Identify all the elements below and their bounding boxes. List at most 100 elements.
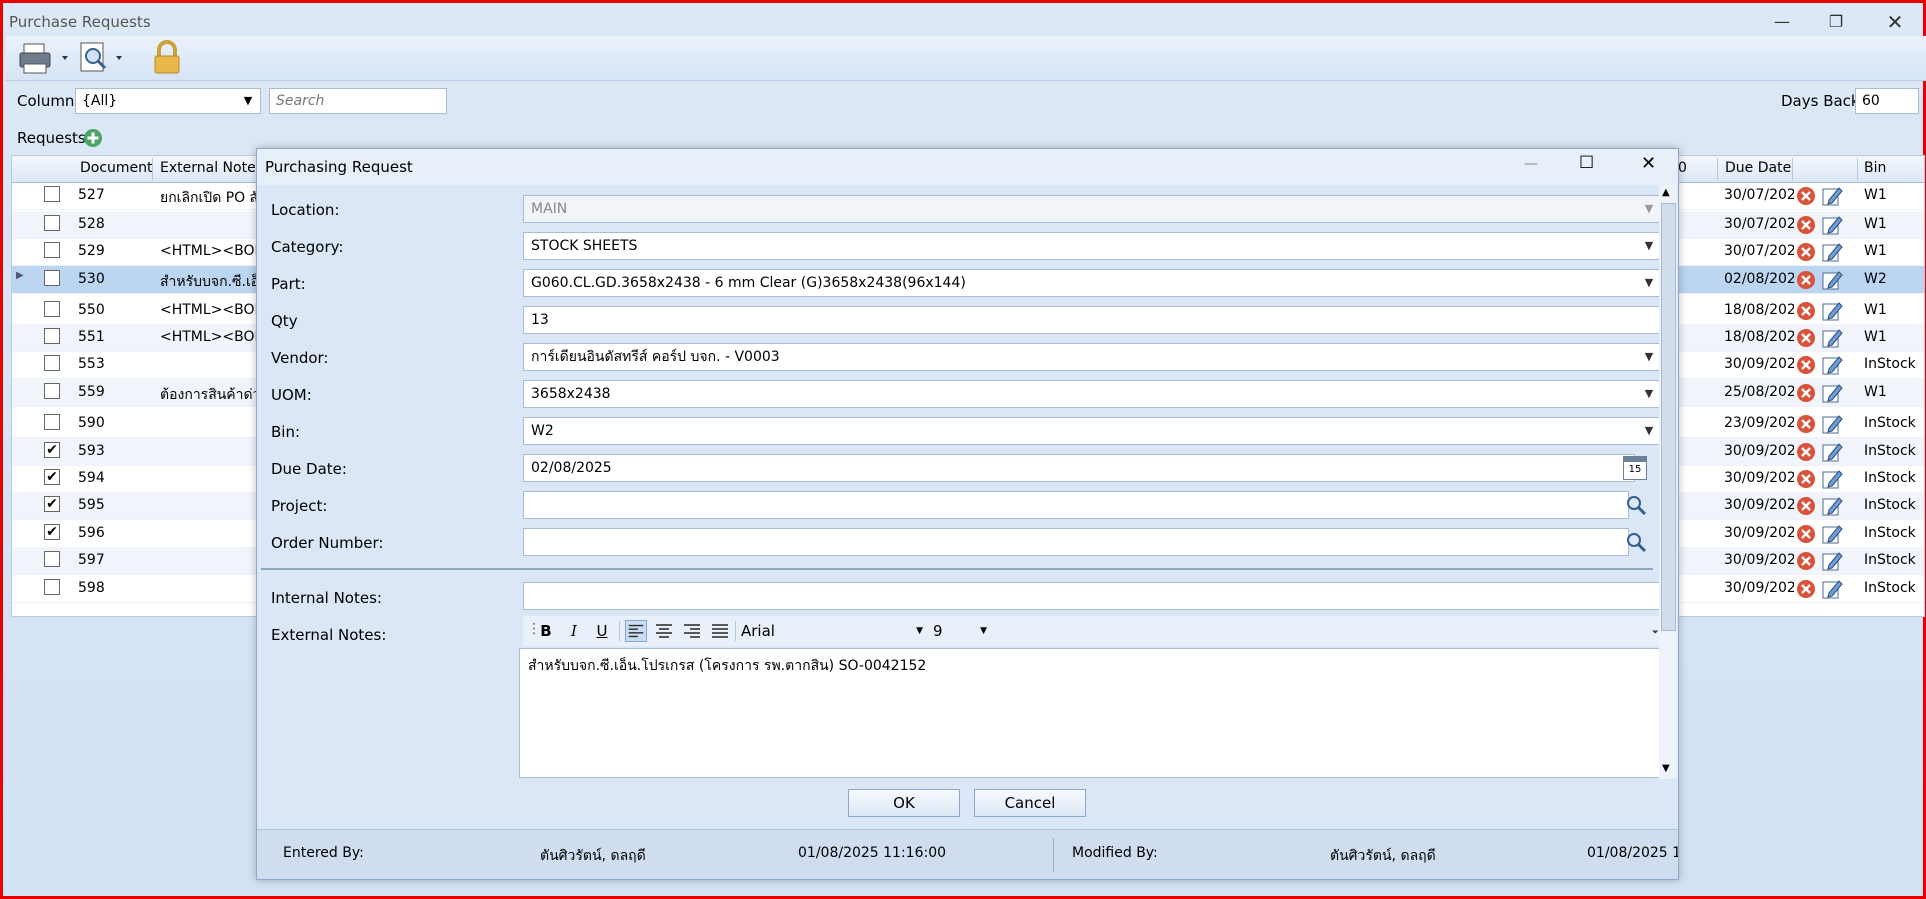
calendar-icon[interactable]: 15 [1623,456,1647,480]
category-select[interactable]: STOCK SHEETS ▼ [523,232,1663,260]
scrollbar-thumb[interactable] [1661,203,1676,631]
internal-notes-input[interactable] [523,582,1663,610]
dialog-scrollbar[interactable]: ▲ ▼ [1659,185,1677,779]
delete-icon[interactable] [1796,301,1816,321]
ok-button[interactable]: OK [848,789,960,817]
delete-icon[interactable] [1796,442,1816,462]
edit-icon[interactable] [1821,214,1843,236]
edit-icon[interactable] [1821,523,1843,545]
delete-icon[interactable] [1796,551,1816,571]
delete-icon[interactable] [1796,270,1816,290]
search-icon[interactable] [1625,494,1647,516]
cancel-button[interactable]: Cancel [974,789,1086,817]
edit-icon[interactable] [1821,441,1843,463]
dialog-maximize-button[interactable]: ☐ [1579,153,1594,173]
part-select[interactable]: G060.CL.GD.3658x2438 - 6 mm Clear (G)365… [523,269,1663,297]
font-size-select[interactable]: 9 ▼ [933,620,991,642]
row-checkbox[interactable] [44,383,60,399]
edit-icon[interactable] [1821,468,1843,490]
external-notes-editor[interactable]: สำหรับบจก.ซี.เอ็น.โปรเกรส (โครงการ รพ.ตา… [519,648,1663,778]
cell-due-date: 30/09/2025 [1724,525,1794,541]
search-input[interactable]: Search [269,88,447,114]
lock-icon[interactable] [150,40,184,76]
edit-icon[interactable] [1821,185,1843,207]
toolbar-overflow-icon[interactable]: ⏷ [1652,628,1659,638]
delete-icon[interactable] [1796,328,1816,348]
due-date-input[interactable]: 02/08/2025 [523,454,1635,482]
restore-button[interactable]: ❐ [1816,10,1856,34]
vendor-select[interactable]: การ์เดียนอินดัสทรีส์ คอร์ป บจก. - V0003 … [523,343,1663,371]
row-checkbox[interactable] [44,215,60,231]
edit-icon[interactable] [1821,269,1843,291]
font-family-select[interactable]: Arial ▼ [741,620,927,642]
print-icon[interactable] [18,40,76,76]
edit-icon[interactable] [1821,300,1843,322]
cell-external-notes: <HTML><BODY [160,302,256,318]
align-right-icon[interactable] [681,620,703,642]
dialog-minimize-button[interactable]: — [1524,156,1538,172]
row-checkbox[interactable]: ✔ [44,496,60,512]
qty-input[interactable]: 13 [523,306,1663,334]
align-justify-icon[interactable] [709,620,731,642]
uom-select[interactable]: 3658x2438 ▼ [523,380,1663,408]
edit-icon[interactable] [1821,550,1843,572]
edit-icon[interactable] [1821,495,1843,517]
align-center-icon[interactable] [653,620,675,642]
row-checkbox[interactable] [44,186,60,202]
delete-icon[interactable] [1796,579,1816,599]
edit-icon[interactable] [1821,382,1843,404]
italic-icon[interactable]: I [563,620,585,642]
location-select[interactable]: MAIN ▼ [523,195,1663,223]
bold-icon[interactable]: B [535,620,557,642]
delete-icon[interactable] [1796,186,1816,206]
edit-icon[interactable] [1821,413,1843,435]
col-document[interactable]: Document [80,160,153,176]
row-checkbox[interactable] [44,328,60,344]
add-request-icon[interactable] [83,128,103,148]
edit-icon[interactable] [1821,578,1843,600]
edit-icon[interactable] [1821,241,1843,263]
search-icon[interactable] [1625,531,1647,553]
delete-icon[interactable] [1796,524,1816,544]
zoom-preview-icon[interactable] [78,40,134,76]
row-checkbox[interactable] [44,242,60,258]
delete-icon[interactable] [1796,383,1816,403]
order-number-input[interactable] [523,528,1629,556]
due-date-label: Due Date: [271,460,347,478]
row-checkbox[interactable] [44,270,60,286]
underline-icon[interactable]: U [591,620,613,642]
delete-icon[interactable] [1796,355,1816,375]
delete-icon[interactable] [1796,242,1816,262]
row-checkbox[interactable]: ✔ [44,442,60,458]
row-checkbox[interactable] [44,551,60,567]
scroll-up-icon[interactable]: ▲ [1662,187,1670,198]
vendor-value: การ์เดียนอินดัสทรีส์ คอร์ป บจก. - V0003 [531,349,780,365]
edit-icon[interactable] [1821,327,1843,349]
col-due-date[interactable]: Due Date [1725,160,1791,176]
edit-icon[interactable] [1821,354,1843,376]
delete-icon[interactable] [1796,215,1816,235]
cell-due-date: 30/07/2025 [1724,243,1794,259]
row-checkbox[interactable] [44,355,60,371]
delete-icon[interactable] [1796,469,1816,489]
close-button[interactable]: ✕ [1875,10,1915,34]
delete-icon[interactable] [1796,496,1816,516]
entered-by-value: ตันศิวรัตน์, ดลฤดี [540,848,646,864]
days-back-input[interactable]: 60 [1855,88,1919,114]
scroll-down-icon[interactable]: ▼ [1662,763,1670,774]
delete-icon[interactable] [1796,414,1816,434]
minimize-button[interactable]: — [1762,10,1802,34]
bin-select[interactable]: W2 ▼ [523,417,1663,445]
dialog-close-button[interactable]: ✕ [1641,153,1656,174]
column-select[interactable]: {All} ▼ [75,88,261,114]
col-external-notes[interactable]: External Notes [160,160,263,176]
row-checkbox[interactable] [44,414,60,430]
project-input[interactable] [523,491,1629,519]
row-checkbox[interactable]: ✔ [44,469,60,485]
row-checkbox[interactable] [44,301,60,317]
row-checkbox[interactable] [44,579,60,595]
align-left-icon[interactable] [625,620,647,642]
row-checkbox[interactable]: ✔ [44,524,60,540]
cell-bin: W2 [1864,271,1887,287]
col-bin[interactable]: Bin [1864,160,1886,176]
